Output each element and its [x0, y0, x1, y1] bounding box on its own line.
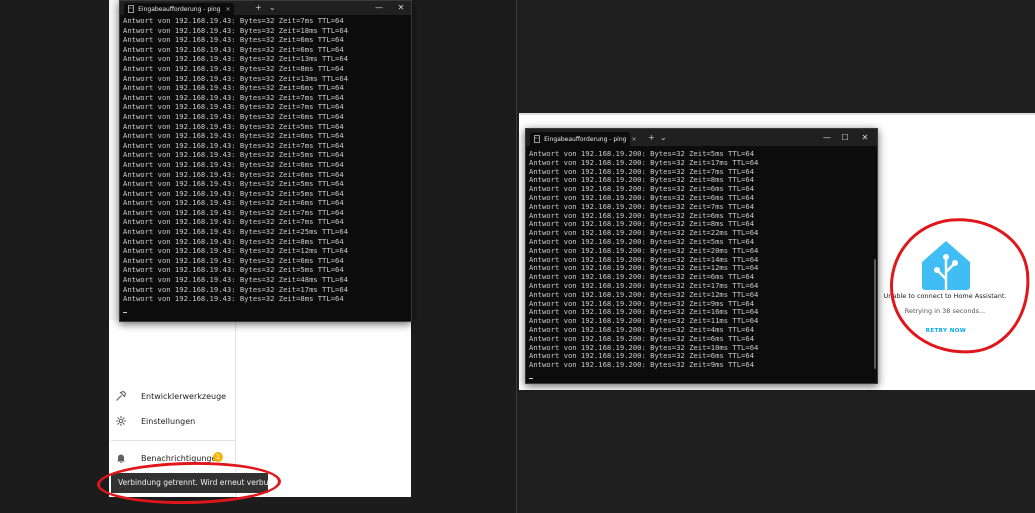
terminal-line: Antwort von 192.168.19.43: Bytes=32 Zeit… — [123, 35, 344, 45]
text-cursor — [529, 377, 533, 379]
new-tab-button[interactable]: + — [255, 2, 262, 14]
terminal-tab[interactable]: C:\ Eingabeaufforderung - ping × — [124, 3, 234, 15]
sidebar-separator — [111, 440, 235, 441]
notification-count-badge: 1 — [213, 452, 223, 462]
terminal-line: Antwort von 192.168.19.43: Bytes=32 Zeit… — [123, 255, 344, 265]
terminal-title-bar[interactable]: C:\ Eingabeaufforderung - ping × + ⌄ — ✕ — [120, 1, 411, 15]
terminal-line: Antwort von 192.168.19.43: Bytes=32 Zeit… — [123, 284, 349, 294]
terminal-line: Antwort von 192.168.19.43: Bytes=32 Zeit… — [123, 188, 344, 198]
terminal-scrollbar[interactable] — [874, 259, 876, 369]
terminal-line: Antwort von 192.168.19.43: Bytes=32 Zeit… — [123, 217, 344, 227]
terminal-line: Antwort von 192.168.19.43: Bytes=32 Zeit… — [123, 198, 344, 208]
sidebar-item-label: Benachrichtigungen — [141, 453, 222, 463]
minimize-button[interactable]: — — [818, 131, 836, 145]
sidebar-item-label: Einstellungen — [141, 416, 196, 426]
terminal-output[interactable]: Antwort von 192.168.19.200: Bytes=32 Zei… — [529, 150, 873, 383]
tab-close-icon[interactable]: × — [631, 136, 636, 143]
terminal-line: Antwort von 192.168.19.43: Bytes=32 Zeit… — [123, 227, 349, 237]
close-button[interactable]: ✕ — [856, 131, 874, 145]
terminal-window-right[interactable]: C:\ Eingabeaufforderung - ping × + ⌄ — ☐… — [525, 128, 878, 384]
terminal-line: Antwort von 192.168.19.43: Bytes=32 Zeit… — [123, 246, 349, 256]
cmd-icon: C:\ — [128, 5, 135, 13]
terminal-output[interactable]: Antwort von 192.168.19.43: Bytes=32 Zeit… — [123, 16, 407, 321]
tab-title: Eingabeaufforderung - ping — [544, 135, 627, 143]
terminal-line: Antwort von 192.168.19.43: Bytes=32 Zeit… — [123, 83, 344, 93]
tab-title: Eingabeaufforderung - ping — [138, 5, 221, 13]
terminal-tab[interactable]: C:\ Eingabeaufforderung - ping × — [530, 132, 637, 146]
terminal-line: Antwort von 192.168.19.43: Bytes=32 Zeit… — [123, 169, 344, 179]
tab-close-icon[interactable]: × — [225, 6, 230, 13]
terminal-line: Antwort von 192.168.19.43: Bytes=32 Zeit… — [123, 140, 344, 150]
gear-icon — [116, 416, 126, 426]
terminal-line: Antwort von 192.168.19.43: Bytes=32 Zeit… — [123, 111, 344, 121]
terminal-line: Antwort von 192.168.19.43: Bytes=32 Zeit… — [123, 25, 349, 35]
terminal-line: Antwort von 192.168.19.43: Bytes=32 Zeit… — [123, 159, 344, 169]
terminal-line: Antwort von 192.168.19.43: Bytes=32 Zeit… — [123, 92, 344, 102]
terminal-line: Antwort von 192.168.19.43: Bytes=32 Zeit… — [123, 275, 349, 285]
terminal-line: Antwort von 192.168.19.43: Bytes=32 Zeit… — [123, 102, 344, 112]
terminal-line: Antwort von 192.168.19.43: Bytes=32 Zeit… — [123, 121, 344, 131]
terminal-line: Antwort von 192.168.19.43: Bytes=32 Zeit… — [123, 44, 344, 54]
terminal-title-bar[interactable]: C:\ Eingabeaufforderung - ping × + ⌄ — ☐… — [526, 129, 877, 146]
tab-dropdown-icon[interactable]: ⌄ — [660, 132, 667, 144]
terminal-line: Antwort von 192.168.19.43: Bytes=32 Zeit… — [123, 207, 344, 217]
terminal-line: Antwort von 192.168.19.43: Bytes=32 Zeit… — [123, 265, 344, 275]
minimize-button[interactable]: — — [370, 1, 388, 15]
terminal-line: Antwort von 192.168.19.43: Bytes=32 Zeit… — [123, 294, 344, 304]
terminal-cursor-line — [529, 370, 873, 379]
terminal-line: Antwort von 192.168.19.43: Bytes=32 Zeit… — [123, 54, 349, 64]
terminal-window-left[interactable]: C:\ Eingabeaufforderung - ping × + ⌄ — ✕… — [119, 0, 412, 322]
cmd-icon: C:\ — [534, 135, 541, 143]
sidebar-item-einstellungen[interactable]: Einstellungen — [113, 410, 235, 432]
terminal-line: Antwort von 192.168.19.43: Bytes=32 Zeit… — [123, 63, 344, 73]
terminal-line: Antwort von 192.168.19.43: Bytes=32 Zeit… — [123, 150, 344, 160]
terminal-line: Antwort von 192.168.19.43: Bytes=32 Zeit… — [123, 73, 349, 83]
terminal-line: Antwort von 192.168.19.43: Bytes=32 Zeit… — [123, 131, 344, 141]
terminal-cursor-line — [123, 304, 407, 314]
terminal-line: Antwort von 192.168.19.43: Bytes=32 Zeit… — [123, 16, 344, 25]
bell-icon — [117, 454, 125, 463]
maximize-button[interactable]: ☐ — [836, 131, 854, 145]
tab-dropdown-icon[interactable]: ⌄ — [269, 2, 276, 14]
text-cursor — [123, 312, 127, 314]
sidebar-item-label: Entwicklerwerkzeuge — [141, 391, 227, 401]
terminal-line: Antwort von 192.168.19.43: Bytes=32 Zeit… — [123, 236, 344, 246]
browser-top-edge — [519, 113, 1035, 115]
terminal-line: Antwort von 192.168.19.200: Bytes=32 Zei… — [529, 360, 755, 370]
new-tab-button[interactable]: + — [648, 132, 655, 144]
close-button[interactable]: ✕ — [392, 1, 410, 15]
sidebar-item-entwicklerwerkzeuge[interactable]: Entwicklerwerkzeuge — [113, 385, 235, 407]
terminal-line: Antwort von 192.168.19.43: Bytes=32 Zeit… — [123, 179, 344, 189]
hammer-icon — [116, 390, 127, 401]
